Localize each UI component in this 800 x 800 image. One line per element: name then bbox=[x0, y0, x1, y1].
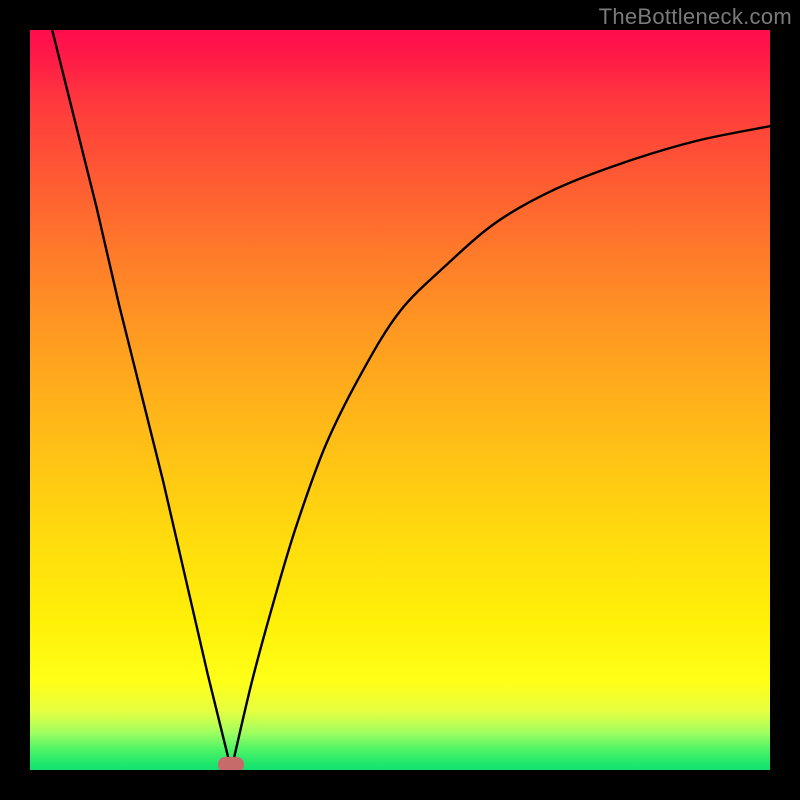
watermark-text: TheBottleneck.com bbox=[599, 4, 792, 30]
optimum-marker bbox=[218, 757, 244, 770]
plot-area bbox=[30, 30, 770, 770]
chart-frame: TheBottleneck.com bbox=[0, 0, 800, 800]
bottleneck-curve bbox=[30, 30, 770, 770]
